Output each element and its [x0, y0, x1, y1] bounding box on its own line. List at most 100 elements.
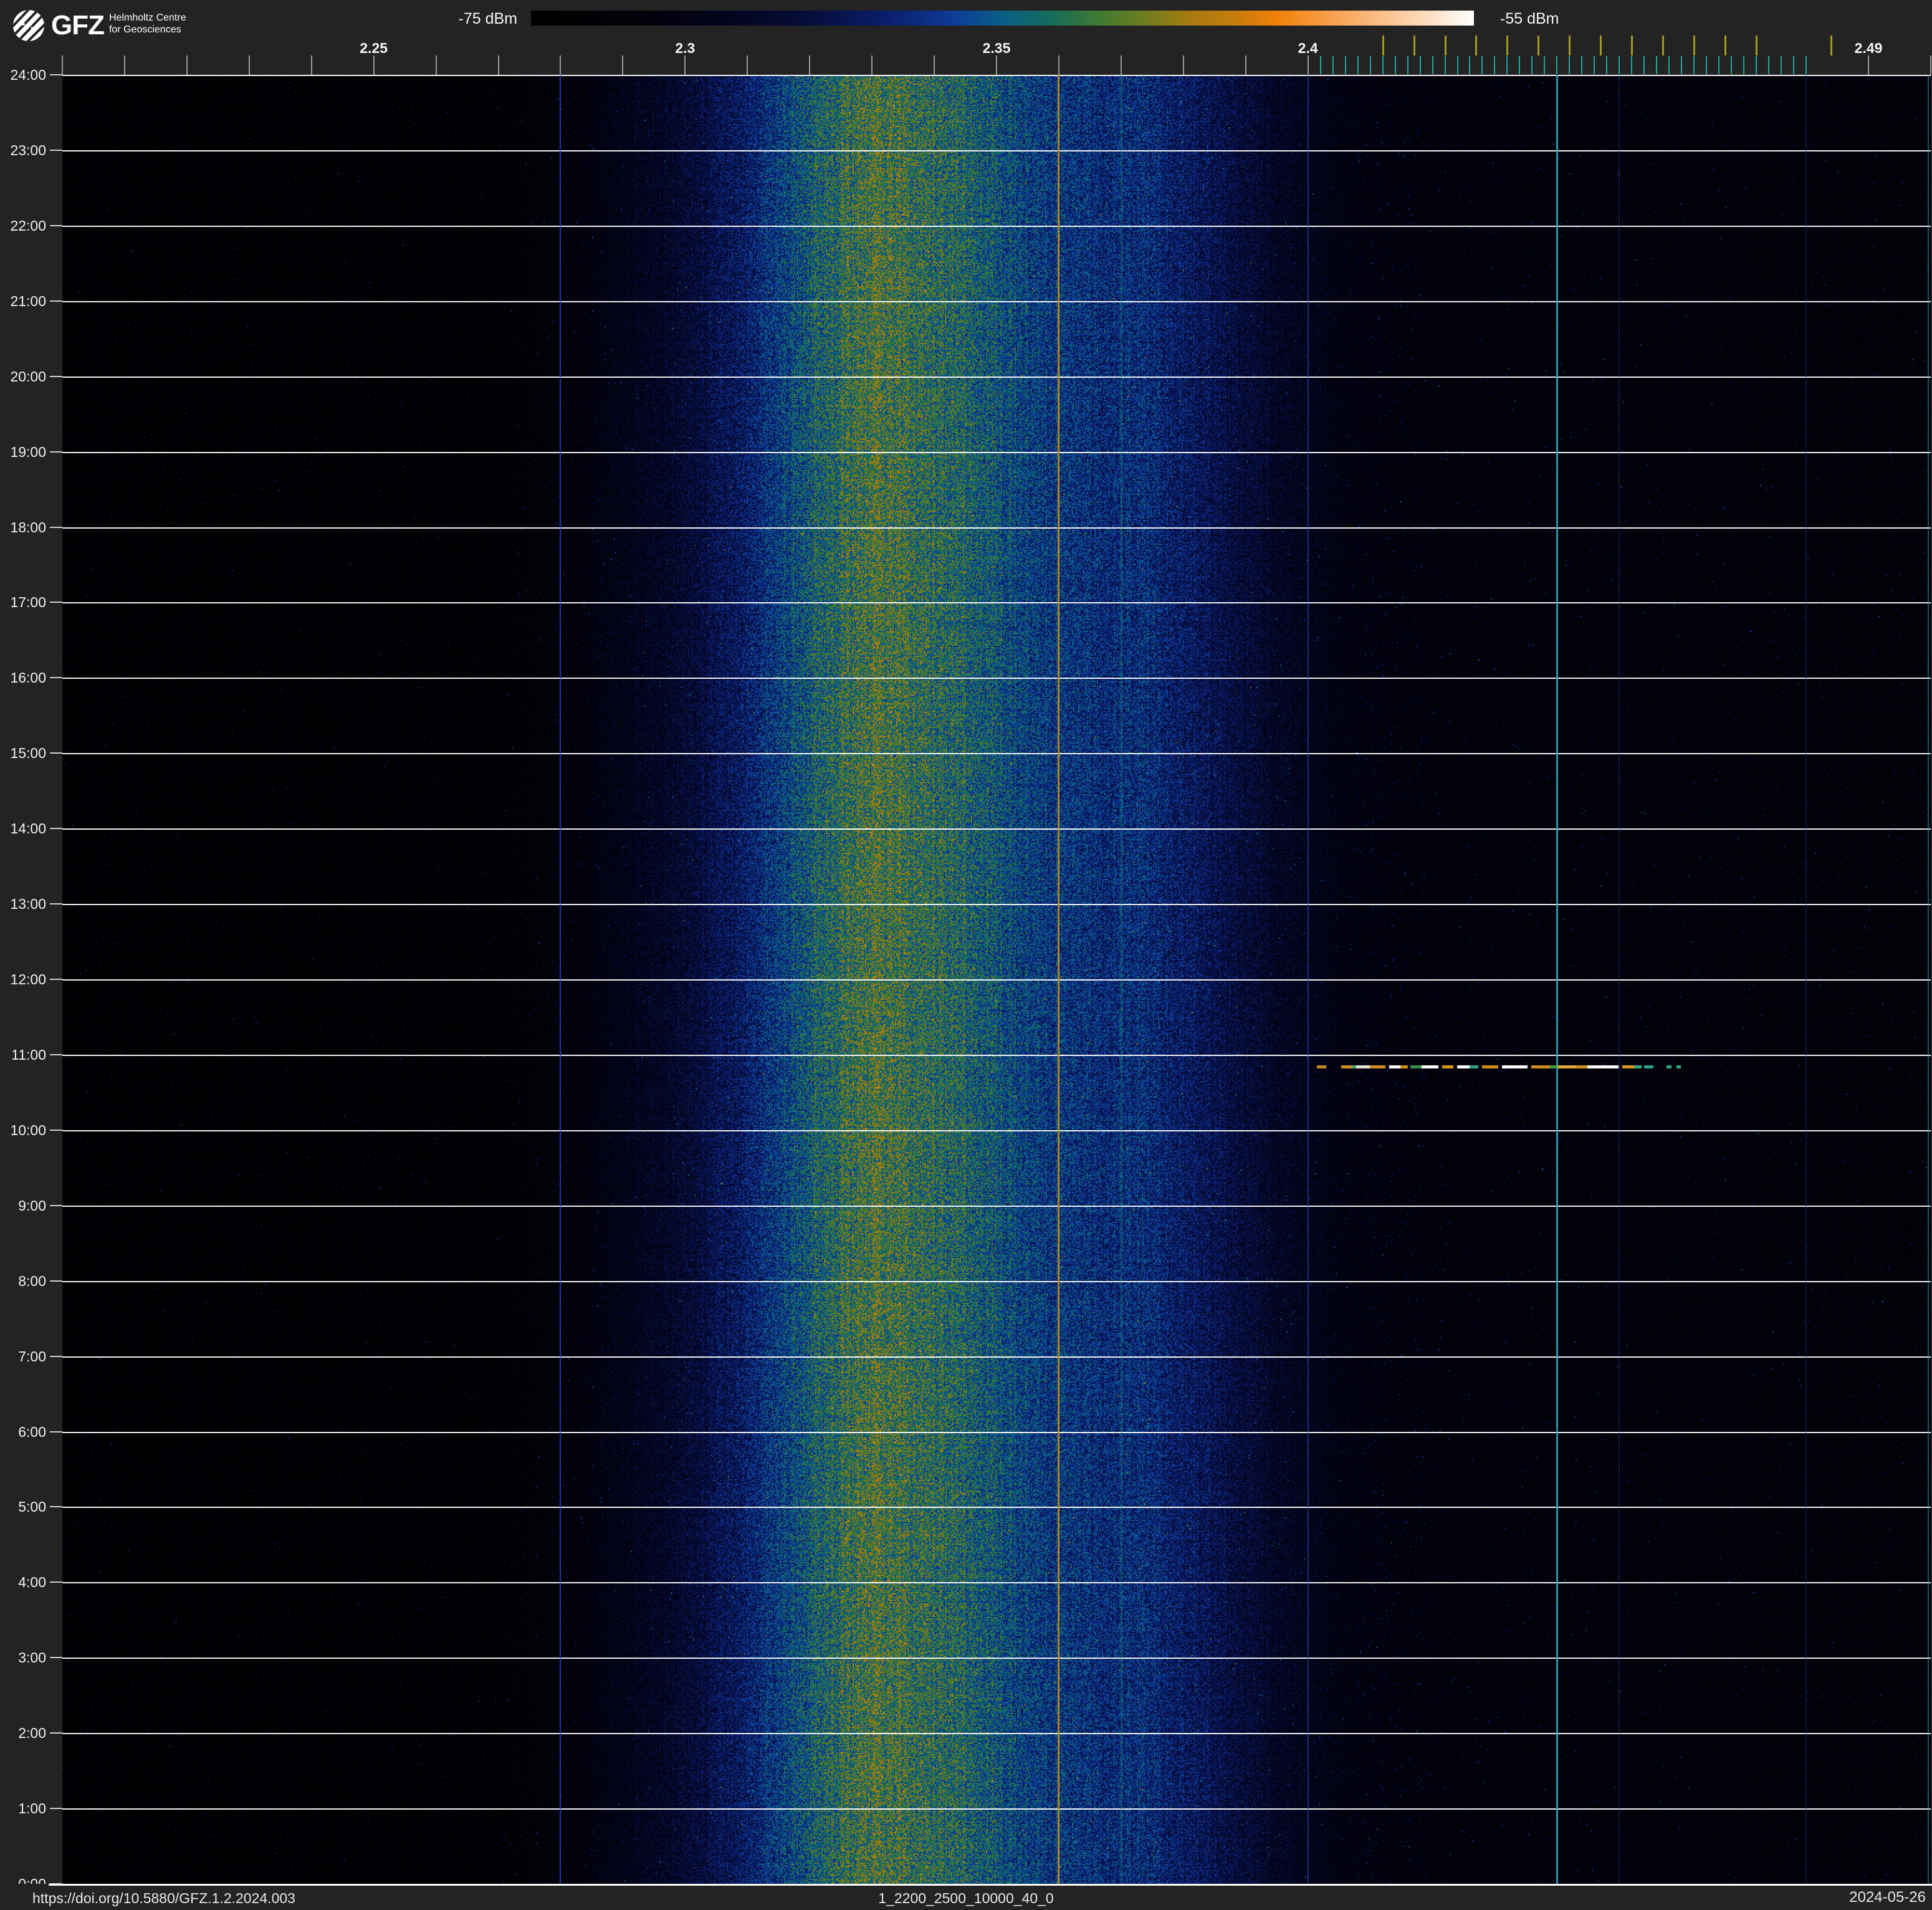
- hour-gridline: [62, 1658, 1931, 1659]
- gfz-globe-icon: [13, 10, 44, 41]
- burst-segment: [1576, 1065, 1588, 1069]
- freq-minor-tick: [62, 55, 63, 75]
- hour-gridline: [62, 527, 1931, 529]
- burst-segment: [1482, 1065, 1499, 1069]
- time-axis-label: 5:00: [18, 1499, 46, 1515]
- freq-minor-tick: [1868, 55, 1870, 75]
- freq-axis-label: 2.49: [1854, 40, 1883, 56]
- burst-segment: [1502, 1065, 1528, 1069]
- time-tick: [50, 903, 62, 905]
- ble-channel-tick: [1456, 56, 1458, 74]
- hour-gridline: [62, 1205, 1931, 1207]
- hour-gridline: [62, 1356, 1931, 1358]
- hour-gridline: [62, 1808, 1931, 1810]
- frequency-feature-line: [1121, 75, 1123, 1884]
- freq-minor-tick: [622, 55, 624, 75]
- time-axis-label: 13:00: [10, 896, 46, 913]
- burst-segment: [1676, 1065, 1681, 1069]
- burst-segment: [1389, 1065, 1400, 1069]
- wifi-channel-tick: [1444, 36, 1447, 55]
- hour-gridline: [62, 451, 1931, 453]
- burst-segment: [1470, 1065, 1479, 1069]
- wifi-channel-tick: [1724, 36, 1727, 55]
- ble-channel-tick: [1419, 56, 1421, 74]
- freq-axis-label: 2.25: [360, 40, 388, 56]
- ble-channel-tick: [1544, 56, 1546, 74]
- ble-channel-tick: [1319, 56, 1321, 74]
- wifi-channel-tick: [1537, 36, 1540, 55]
- ble-channel-tick: [1444, 56, 1446, 74]
- time-axis-label: 2:00: [18, 1725, 46, 1742]
- freq-minor-tick: [310, 55, 312, 75]
- ble-channel-tick: [1731, 56, 1733, 74]
- time-tick: [50, 526, 62, 528]
- ble-channel-tick: [1743, 56, 1745, 74]
- ble-channel-tick: [1506, 56, 1508, 74]
- hour-gridline: [62, 300, 1931, 302]
- ble-channel-tick: [1531, 56, 1533, 74]
- time-axis-label: 3:00: [18, 1649, 46, 1666]
- ble-channel-tick: [1481, 56, 1483, 74]
- hour-gridline: [62, 1054, 1931, 1056]
- time-tick: [50, 1355, 62, 1357]
- ble-channel-tick: [1768, 56, 1770, 74]
- ble-channel-tick: [1344, 56, 1346, 74]
- burst-segment: [1644, 1065, 1654, 1069]
- frequency-feature-line: [1556, 75, 1558, 1884]
- burst-segment: [1356, 1065, 1370, 1069]
- time-axis-label: 18:00: [10, 519, 46, 535]
- dataset-id-text: 1_2200_2500_10000_40_0: [878, 1890, 1054, 1906]
- time-axis-label: 14:00: [10, 820, 46, 837]
- time-axis-label: 23:00: [10, 142, 46, 158]
- freq-minor-tick: [684, 55, 686, 75]
- wifi-channel-tick: [1600, 36, 1602, 55]
- wifi-channel-tick: [1475, 36, 1478, 55]
- time-axis-label: 10:00: [10, 1121, 46, 1138]
- freq-minor-tick: [248, 55, 250, 75]
- time-tick: [50, 602, 62, 603]
- ble-channel-tick: [1718, 56, 1720, 74]
- time-axis-label: 6:00: [18, 1423, 46, 1440]
- ble-channel-tick: [1693, 56, 1695, 74]
- freq-minor-tick: [996, 55, 997, 75]
- burst-segment: [1341, 1065, 1352, 1069]
- time-tick: [50, 752, 62, 754]
- freq-minor-tick: [497, 55, 499, 75]
- freq-minor-tick: [1058, 55, 1059, 75]
- hour-gridline: [62, 225, 1931, 227]
- time-axis-label: 11:00: [11, 1046, 46, 1063]
- hour-gridline: [62, 1280, 1931, 1282]
- wifi-channel-tick: [1756, 36, 1758, 55]
- ble-channel-tick: [1668, 56, 1670, 74]
- time-tick: [50, 300, 62, 302]
- time-tick: [50, 149, 62, 151]
- time-tick: [50, 224, 62, 226]
- burst-segment: [1421, 1065, 1438, 1069]
- brand-text: GFZ: [51, 10, 105, 41]
- freq-axis-label: 2.4: [1298, 40, 1318, 56]
- hour-gridline: [62, 75, 1931, 76]
- hour-gridline: [62, 753, 1931, 755]
- plot-bottom-axis-line: [49, 1884, 1932, 1886]
- burst-segment: [1456, 1065, 1470, 1069]
- time-tick: [50, 1280, 62, 1282]
- burst-segment: [1634, 1065, 1642, 1069]
- time-axis-label: 1:00: [18, 1800, 46, 1817]
- time-tick: [50, 1506, 62, 1508]
- burst-segment: [1400, 1065, 1408, 1069]
- ble-channel-tick: [1357, 56, 1359, 74]
- wifi-channel-tick: [1631, 36, 1633, 55]
- ble-channel-tick: [1407, 56, 1408, 74]
- freq-minor-tick: [1120, 55, 1122, 75]
- time-tick: [50, 74, 62, 75]
- hour-gridline: [62, 904, 1931, 906]
- hour-gridline: [62, 1582, 1931, 1584]
- freq-minor-tick: [1182, 55, 1184, 75]
- ble-channel-tick: [1805, 56, 1807, 74]
- burst-segment: [1531, 1065, 1551, 1069]
- brand-subtitle-line1: Helmholtz Centre: [108, 12, 186, 23]
- colorbar-gradient: [531, 11, 1474, 26]
- wifi-channel-tick: [1662, 36, 1665, 55]
- time-tick: [50, 1053, 62, 1055]
- ble-channel-tick: [1594, 56, 1595, 74]
